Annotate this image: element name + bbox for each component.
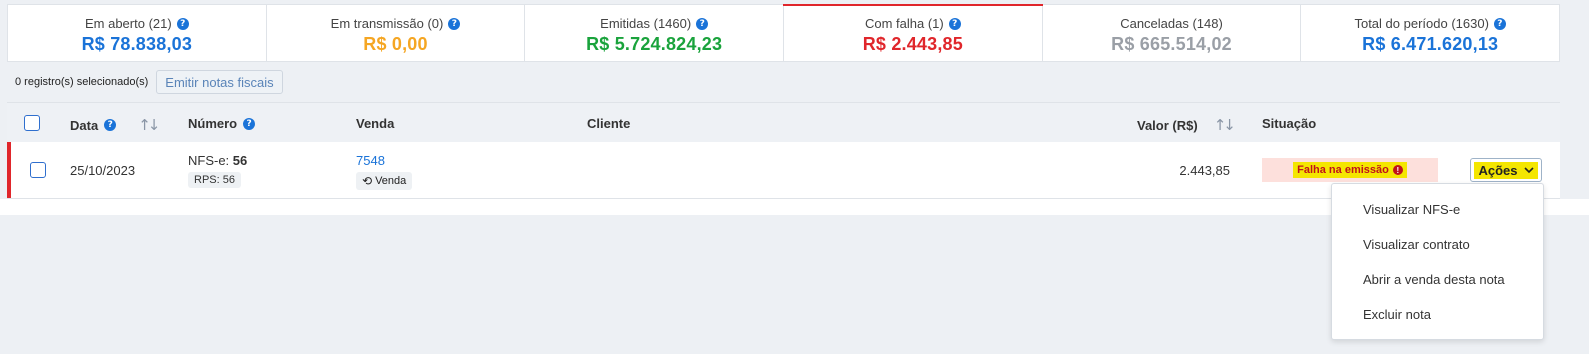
row-checkbox[interactable] (30, 162, 46, 178)
card-title: Emitidas (1460) (600, 16, 692, 31)
row-valor: 2.443,85 (1179, 163, 1230, 178)
column-label: Situação (1262, 116, 1317, 131)
card-title: Em transmissão (0) (330, 16, 444, 31)
card-title: Com falha (1) (864, 16, 944, 31)
row-numero: NFS-e: 56 RPS: 56 (188, 153, 247, 188)
summary-cards: Em aberto (21)? R$ 78.838,03 Em transmis… (7, 4, 1560, 62)
menu-item-visualizar-nfse[interactable]: Visualizar NFS-e (1363, 202, 1460, 217)
venda-badge: ⟲ Venda (356, 172, 413, 190)
card-title: Em aberto (21) (84, 16, 172, 31)
column-numero: Número ? (188, 116, 256, 131)
help-icon[interactable]: ? (104, 119, 117, 131)
rps-badge: RPS: 56 (188, 172, 241, 188)
help-icon[interactable]: ? (243, 117, 256, 130)
help-icon[interactable]: ? (1493, 17, 1506, 30)
acoes-dropdown-menu: Visualizar NFS-e Visualizar contrato Abr… (1331, 183, 1544, 340)
help-icon[interactable]: ? (696, 17, 709, 30)
status-badge: Falha na emissão ! (1262, 158, 1438, 182)
card-emitidas[interactable]: Emitidas (1460)? R$ 5.724.824,23 (525, 5, 785, 61)
select-all-checkbox[interactable] (24, 115, 40, 131)
column-data[interactable]: Data ? ↑↓ (70, 116, 160, 134)
error-icon: ! (1392, 165, 1403, 175)
card-title: Total do período (1630) (1354, 16, 1489, 31)
acoes-label: Ações (1478, 162, 1518, 178)
column-cliente: Cliente (587, 116, 630, 131)
card-em-aberto[interactable]: Em aberto (21)? R$ 78.838,03 (8, 5, 267, 61)
numero-prefix: NFS-e: (188, 153, 230, 168)
column-venda: Venda (356, 116, 394, 131)
column-valor[interactable]: Valor (R$) ↑↓ (1137, 116, 1236, 134)
card-title: Canceladas (148) (1120, 16, 1223, 31)
column-situacao: Situação (1262, 116, 1316, 131)
menu-item-visualizar-contrato[interactable]: Visualizar contrato (1363, 237, 1470, 252)
sort-icon[interactable]: ↑↓ (1214, 116, 1236, 134)
card-com-falha[interactable]: Com falha (1)? R$ 2.443,85 (783, 4, 1043, 61)
numero-value: 56 (232, 153, 248, 168)
card-value: R$ 0,00 (363, 34, 428, 54)
menu-item-abrir-venda[interactable]: Abrir a venda desta nota (1363, 272, 1505, 287)
sort-icon[interactable]: ↑↓ (138, 116, 160, 134)
column-label: Data (70, 117, 99, 133)
row-date: 25/10/2023 (70, 163, 136, 178)
emit-notes-button[interactable]: Emitir notas fiscais (156, 70, 283, 94)
row-venda: 7548 ⟲ Venda (356, 153, 413, 190)
card-total-periodo[interactable]: Total do período (1630)? R$ 6.471.620,13 (1301, 5, 1559, 61)
venda-link[interactable]: 7548 (356, 153, 385, 168)
help-icon[interactable]: ? (448, 17, 461, 30)
error-row-marker (7, 142, 11, 198)
acoes-button[interactable]: Ações (1470, 158, 1542, 182)
card-em-transmissao[interactable]: Em transmissão (0)? R$ 0,00 (267, 5, 526, 61)
help-icon[interactable]: ? (948, 17, 961, 30)
status-label: Falha na emissão (1297, 164, 1389, 176)
card-value: R$ 6.471.620,13 (1362, 34, 1499, 54)
table-row[interactable]: 25/10/2023 NFS-e: 56 RPS: 56 7548 ⟲ Vend… (7, 142, 1560, 199)
column-label: Cliente (587, 116, 631, 131)
card-value: R$ 2.443,85 (862, 34, 963, 54)
recurring-icon: ⟲ (362, 174, 373, 188)
menu-item-excluir-nota[interactable]: Excluir nota (1363, 307, 1431, 322)
card-canceladas[interactable]: Canceladas (148) R$ 665.514,02 (1043, 5, 1302, 61)
card-value: R$ 665.514,02 (1111, 34, 1232, 54)
card-value: R$ 5.724.824,23 (586, 34, 723, 54)
help-icon[interactable]: ? (176, 17, 189, 30)
column-label: Número (188, 116, 238, 131)
selected-count: 0 registro(s) selecionado(s) (15, 76, 149, 88)
table-header: Data ? ↑↓ Número ? Venda Cliente Valor (… (7, 102, 1560, 142)
column-label: Valor (R$) (1137, 117, 1198, 133)
card-value: R$ 78.838,03 (81, 34, 193, 54)
chevron-down-icon (1523, 166, 1534, 173)
toolbar: 0 registro(s) selecionado(s) Emitir nota… (15, 69, 283, 95)
column-label: Venda (356, 116, 395, 131)
venda-badge-label: Venda (375, 175, 407, 187)
